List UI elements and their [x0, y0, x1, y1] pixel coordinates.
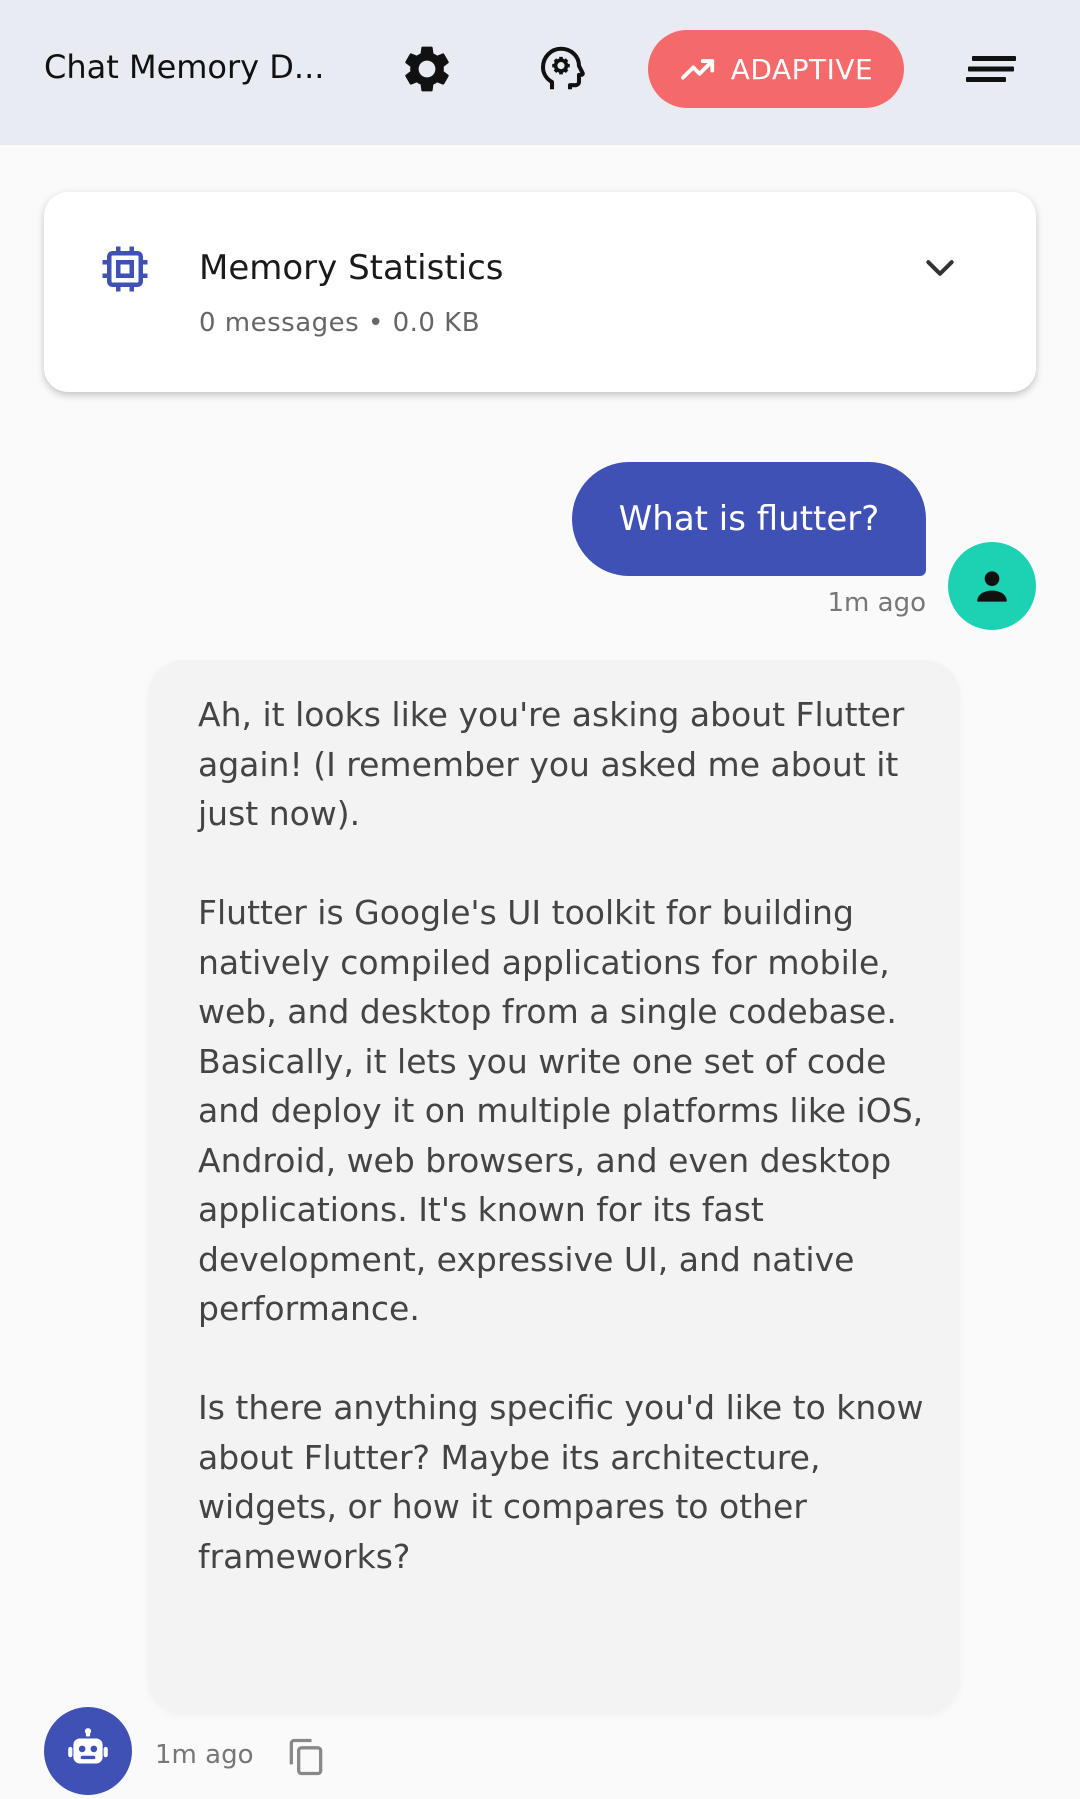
robot-icon — [68, 1728, 108, 1764]
memory-statistics-title: Memory Statistics — [199, 248, 504, 288]
menu-button[interactable] — [966, 46, 1018, 92]
settings-button[interactable] — [398, 40, 456, 98]
memory-statistics-card[interactable]: Memory Statistics 0 messages • 0.0 KB — [44, 192, 1036, 392]
memory-insights-button[interactable] — [532, 40, 590, 98]
user-message-time: 1m ago — [827, 588, 926, 618]
sort-menu-icon — [966, 56, 1016, 82]
copy-message-button[interactable] — [284, 1735, 328, 1779]
assistant-message-text: Ah, it looks like you're asking about Fl… — [198, 695, 924, 1576]
assistant-message-time: 1m ago — [155, 1740, 254, 1770]
memory-statistics-summary: 0 messages • 0.0 KB — [199, 308, 481, 338]
user-message-text: What is flutter? — [618, 499, 880, 539]
person-icon — [977, 571, 1007, 602]
trending-up-icon — [680, 59, 714, 80]
user-avatar — [948, 542, 1036, 630]
memory-chip-icon — [94, 238, 156, 300]
app-bar: Chat Memory D... ADAPTIVE — [0, 0, 1080, 145]
expand-stats-button[interactable] — [916, 244, 964, 292]
psychology-icon — [540, 46, 585, 90]
chevron-down-icon — [926, 260, 954, 276]
user-message-bubble: What is flutter? — [572, 462, 926, 576]
assistant-avatar — [44, 1707, 132, 1795]
adaptive-mode-button[interactable]: ADAPTIVE — [648, 30, 904, 108]
copy-icon — [289, 1738, 323, 1776]
adaptive-mode-label: ADAPTIVE — [730, 52, 874, 86]
gear-icon — [405, 46, 449, 92]
assistant-message-bubble: Ah, it looks like you're asking about Fl… — [148, 660, 960, 1714]
app-title: Chat Memory D... — [44, 48, 325, 86]
